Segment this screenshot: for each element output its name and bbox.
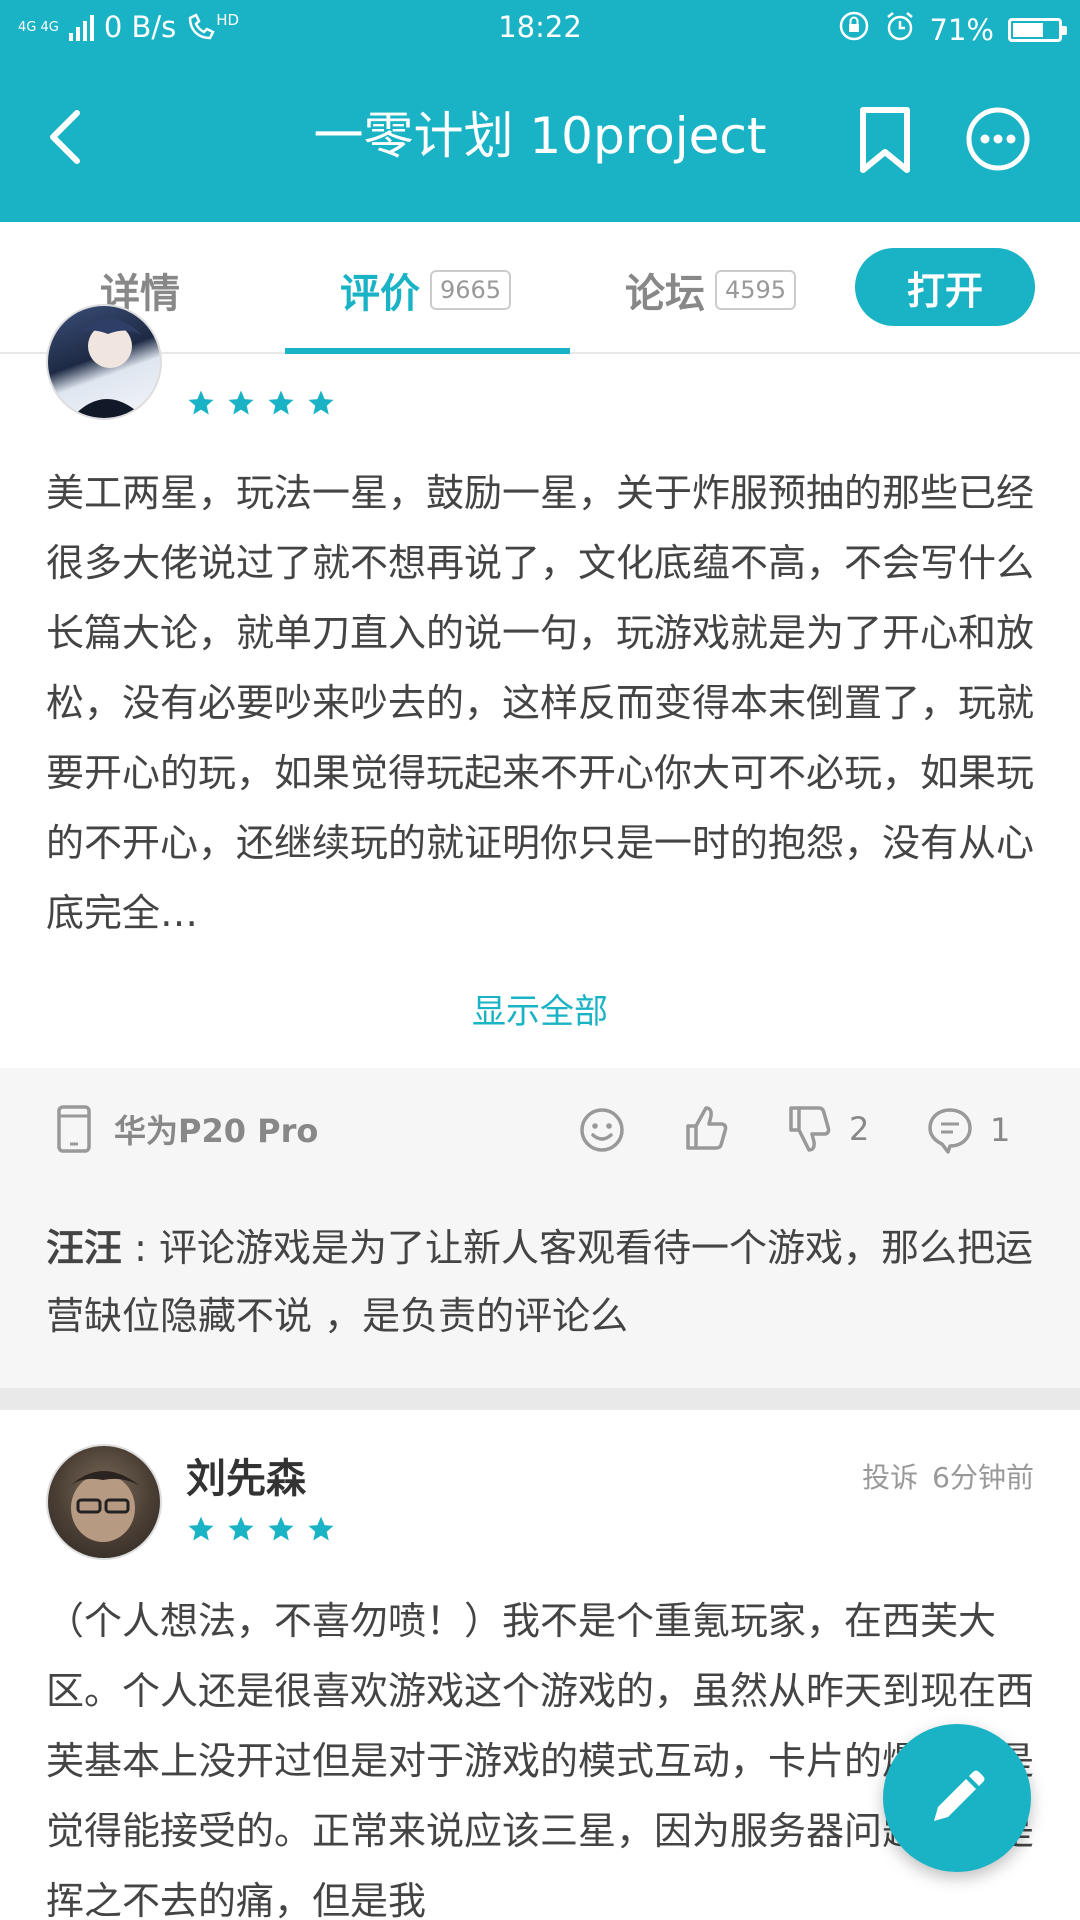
star-icon [268,390,294,415]
battery-icon [1008,17,1067,42]
thumbs-down-icon [789,1106,831,1152]
phone-icon [57,1105,91,1153]
reply-text: : 评论游戏是为了让新人客观看待一个游戏，那么把运营缺位隐藏不说 ，是负责的评论… [46,1226,1033,1338]
review-username[interactable]: 刘先森 [186,1446,306,1504]
avatar[interactable] [46,304,162,420]
review-card: 美工两星，玩法一星，鼓励一星，关于炸服预抽的那些已经很多大佬说过了就不想再说了，… [0,304,1080,1054]
tab-label: 评价 [340,271,420,317]
star-icon [188,1516,214,1541]
section-divider [0,1388,1080,1410]
chevron-left-icon [50,110,80,164]
more-button[interactable] [965,106,1031,172]
review-text[interactable]: （个人想法，不喜勿喷！）我不是个重氪玩家，在西芙大区。个人还是很喜欢游戏这个游戏… [46,1586,1036,1920]
tab-count: 4595 [715,270,797,310]
battery-fill [1013,22,1044,37]
reply-item[interactable]: 汪汪 : 评论游戏是为了让新人客观看待一个游戏，那么把运营缺位隐藏不说 ，是负责… [46,1214,1036,1350]
comment-button[interactable]: 1 [926,1106,1010,1154]
back-button[interactable] [40,102,90,172]
pencil-icon [934,1770,985,1821]
device-name: 华为P20 Pro [114,1112,319,1150]
dislike-button[interactable]: 2 [785,1104,869,1154]
star-icon [268,1516,294,1541]
star-icon [228,390,254,415]
review-time: 6分钟前 [932,1461,1034,1494]
review-meta: 投诉 6分钟前 [862,1456,1034,1496]
page-title: 一零计划 10project [313,107,767,165]
review-text[interactable]: 美工两星，玩法一星，鼓励一星，关于炸服预抽的那些已经很多大佬说过了就不想再说了，… [46,458,1036,948]
review-footer: 华为P20 Pro 2 1 汪汪 : 评论游戏是为了让新人客观看待一个游戏，那么… [0,1068,1080,1388]
comment-icon [928,1108,972,1154]
write-review-button[interactable] [883,1724,1031,1872]
thumbs-up-icon [686,1106,728,1150]
star-icon [188,390,214,415]
device-info: 华为P20 Pro [56,1104,318,1154]
dislike-count: 2 [849,1110,870,1148]
avatar[interactable] [46,1444,162,1560]
tab-label: 论坛 [625,271,705,317]
app-header-bar: 4G 4G 0 B/s HD 18:22 71% 一零计划 10project [0,0,1080,222]
bookmark-button[interactable] [855,106,915,174]
emoji-button[interactable] [578,1106,626,1154]
navigation-header: 一零计划 10project [0,56,1080,222]
more-icon [966,107,1030,171]
alarm-icon [884,10,916,49]
rating-stars [186,1514,336,1544]
comment-count: 1 [990,1111,1011,1149]
smile-icon [580,1108,624,1152]
star-icon [308,1516,334,1541]
rating-stars [186,388,336,418]
tab-count: 9665 [430,270,512,310]
status-right: 71% [838,10,1067,49]
status-bar: 4G 4G 0 B/s HD 18:22 71% [0,0,1080,56]
like-button[interactable] [682,1104,730,1152]
tab-forum[interactable]: 论坛 4595 [625,260,797,320]
battery-percent: 71% [929,12,994,47]
star-icon [228,1516,254,1541]
report-link[interactable]: 投诉 [862,1456,918,1496]
bookmark-icon [860,107,910,173]
show-all-link[interactable]: 显示全部 [0,984,1080,1033]
tab-reviews[interactable]: 评价 9665 [340,260,512,320]
open-button[interactable]: 打开 [855,248,1035,326]
star-icon [308,390,334,415]
lock-rotation-icon [838,10,870,49]
reply-author[interactable]: 汪汪 [46,1226,122,1270]
